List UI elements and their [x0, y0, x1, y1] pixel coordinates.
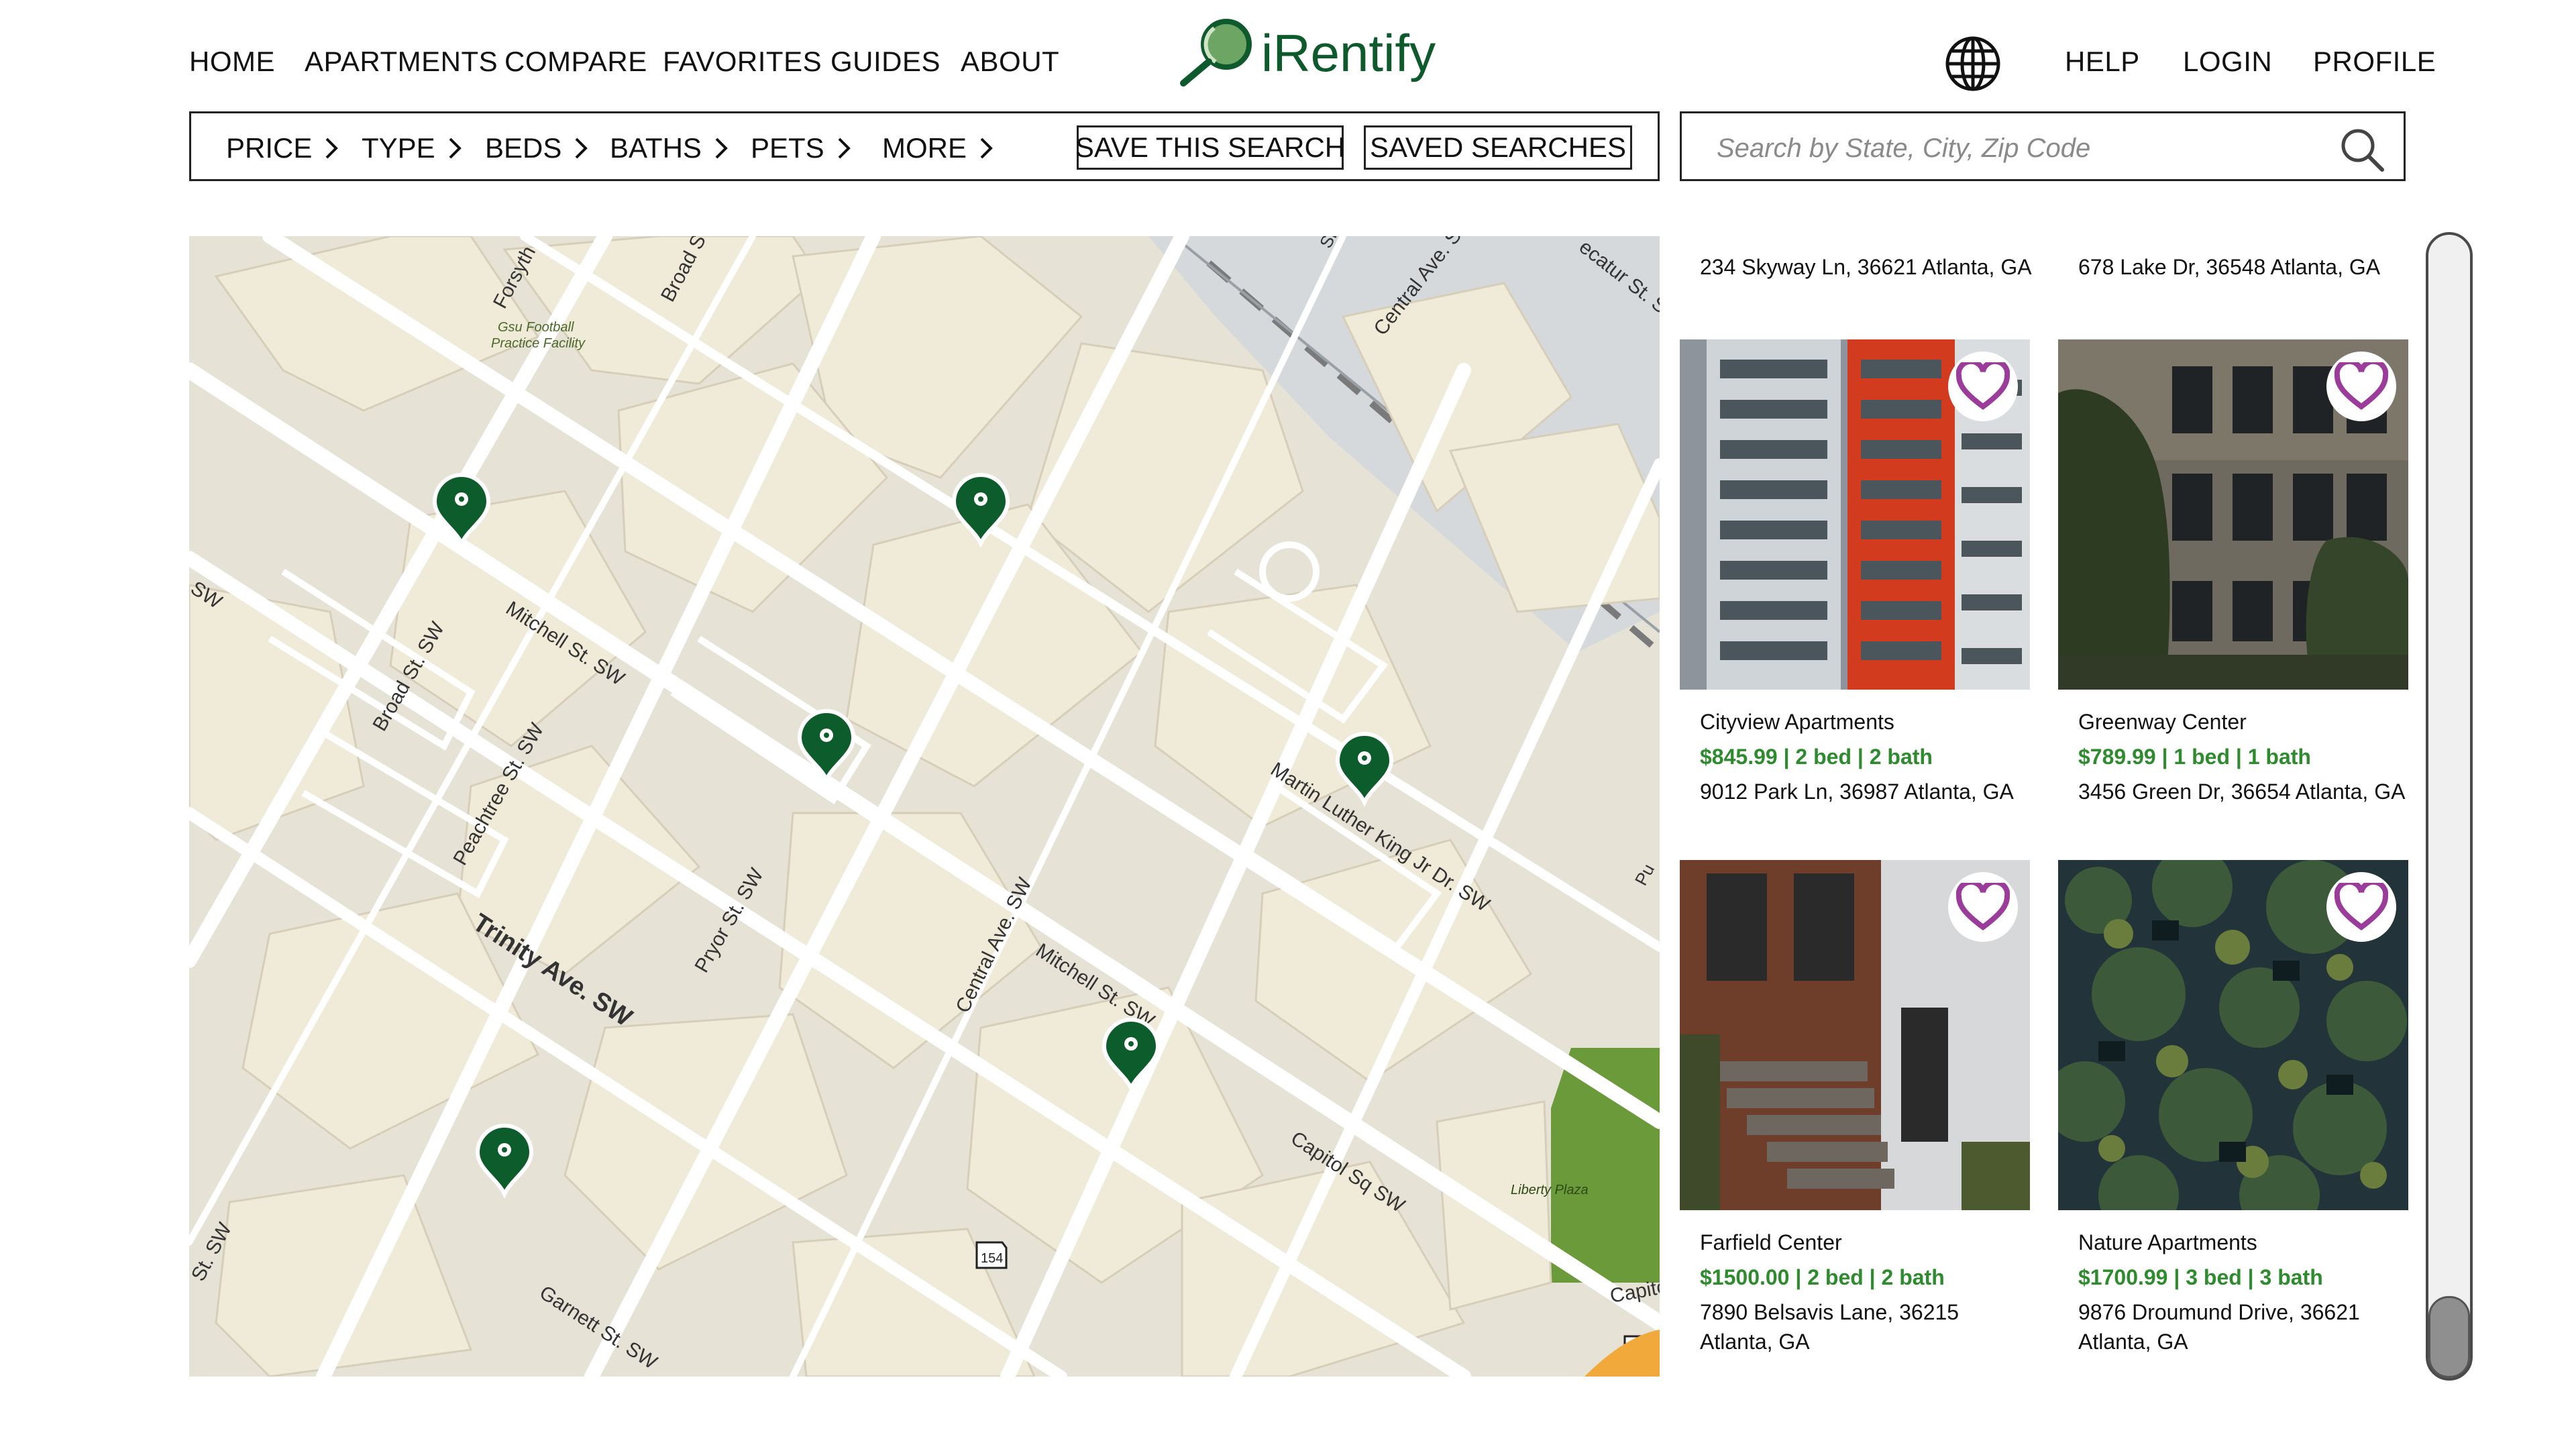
filter-bar: PRICE TYPE BEDS BATHS PETS MORE SAVE THI… — [189, 111, 1660, 181]
location-search — [1680, 111, 2406, 181]
nav-about[interactable]: ABOUT — [961, 46, 1059, 78]
map-label: Practice Facility — [491, 336, 586, 351]
filter-baths-label: BATHS — [610, 132, 702, 164]
filter-pets[interactable]: PETS — [751, 132, 851, 164]
listing-card[interactable]: Nature Apartments $1700.99 | 3 bed | 3 b… — [2058, 860, 2408, 1377]
favorite-button[interactable] — [1948, 352, 2018, 421]
nav-help[interactable]: HELP — [2065, 46, 2140, 78]
chevron-right-icon — [980, 138, 993, 159]
nav-home[interactable]: HOME — [189, 46, 275, 78]
nav-compare[interactable]: COMPARE — [504, 46, 647, 78]
listing-name: Cityview Apartments — [1700, 710, 1894, 734]
favorite-button[interactable] — [2326, 352, 2396, 421]
search-input[interactable] — [1715, 125, 2308, 171]
scrollbar-thumb[interactable] — [2428, 1296, 2470, 1378]
listing-card[interactable]: Cityview Apartments $845.99 | 2 bed | 2 … — [1680, 339, 2030, 822]
globe-icon[interactable] — [1944, 35, 2002, 93]
listing-photo[interactable] — [2058, 860, 2408, 1210]
heart-icon — [2334, 362, 2388, 410]
filter-baths[interactable]: BATHS — [610, 132, 729, 164]
chevron-right-icon — [715, 138, 728, 159]
saved-searches-button[interactable]: SAVED SEARCHES — [1364, 125, 1632, 170]
nav-login[interactable]: LOGIN — [2183, 46, 2272, 78]
listing-name: Nature Apartments — [2078, 1230, 2257, 1254]
listing-address: 9876 Droumund Drive, 36621 Atlanta, GA — [2078, 1300, 2360, 1354]
save-search-button[interactable]: SAVE THIS SEARCH — [1075, 125, 1345, 170]
map-view[interactable]: Forsyth Broad S Gsu Football Practice Fa… — [189, 236, 1660, 1377]
nav-favorites[interactable]: FAVORITES — [663, 46, 822, 78]
listing-name: Farfield Center — [1700, 1230, 1842, 1254]
listing-card[interactable]: Farfield Center $1500.00 | 2 bed | 2 bat… — [1680, 860, 2030, 1377]
search-icon[interactable] — [2338, 125, 2386, 174]
favorite-button[interactable] — [1948, 872, 2018, 942]
heart-icon — [2334, 883, 2388, 930]
chevron-right-icon — [449, 138, 462, 159]
listing-address: 7890 Belsavis Lane, 36215 Atlanta, GA — [1700, 1300, 1960, 1354]
listing-photo[interactable] — [1680, 339, 2030, 690]
street-map[interactable]: Forsyth Broad S Gsu Football Practice Fa… — [189, 236, 1660, 1377]
partial-price — [1700, 236, 1968, 240]
filter-pets-label: PETS — [751, 132, 824, 164]
filter-beds-label: BEDS — [485, 132, 562, 164]
listing-address: 234 Skyway Ln, 36621 Atlanta, GA — [1700, 255, 2032, 279]
filter-type[interactable]: TYPE — [362, 132, 462, 164]
listing-price: $1700.99 | 3 bed | 3 bath — [2078, 1265, 2323, 1289]
chevron-right-icon — [325, 138, 339, 159]
partial-price — [2078, 236, 2320, 240]
listing-photo[interactable] — [1680, 860, 2030, 1210]
map-label: Liberty Plaza — [1511, 1183, 1589, 1197]
filter-price[interactable]: PRICE — [226, 132, 339, 164]
listing-card[interactable]: Greenway Center $789.99 | 1 bed | 1 bath… — [2058, 339, 2408, 822]
filter-beds[interactable]: BEDS — [485, 132, 588, 164]
magnifier-logo-icon — [1180, 19, 1252, 87]
listing-price: $789.99 | 1 bed | 1 bath — [2078, 745, 2311, 769]
listing-price: $845.99 | 2 bed | 2 bath — [1700, 745, 1933, 769]
nav-guides[interactable]: GUIDES — [830, 46, 941, 78]
listing-scrollbar[interactable] — [2426, 232, 2473, 1381]
listing-address: 3456 Green Dr, 36654 Atlanta, GA — [2078, 780, 2406, 804]
listing-name: Greenway Center — [2078, 710, 2247, 734]
listing-address: 9012 Park Ln, 36987 Atlanta, GA — [1700, 780, 2014, 804]
heart-icon — [1956, 883, 2010, 930]
chevron-right-icon — [575, 138, 588, 159]
brand-name: iRentify — [1261, 23, 1436, 83]
favorite-button[interactable] — [2326, 872, 2396, 942]
listing-price: $1500.00 | 2 bed | 2 bath — [1700, 1265, 1945, 1289]
route-154-icon: 154 — [975, 1241, 1008, 1269]
listing-address: 678 Lake Dr, 36548 Atlanta, GA — [2078, 255, 2381, 279]
chevron-right-icon — [838, 138, 851, 159]
listing-photo[interactable] — [2058, 339, 2408, 690]
listing-results[interactable]: 234 Skyway Ln, 36621 Atlanta, GA 678 Lak… — [1680, 236, 2424, 1377]
brand-logo[interactable]: iRentify — [1174, 13, 1436, 87]
filter-more[interactable]: MORE — [882, 132, 994, 164]
filter-price-label: PRICE — [226, 132, 313, 164]
route-154-label: 154 — [981, 1251, 1003, 1266]
filter-more-label: MORE — [882, 132, 967, 164]
map-label: Gsu Football — [498, 320, 574, 335]
heart-icon — [1956, 362, 2010, 410]
filter-type-label: TYPE — [362, 132, 435, 164]
nav-apartments[interactable]: APARTMENTS — [305, 46, 498, 78]
nav-profile[interactable]: PROFILE — [2313, 46, 2436, 78]
